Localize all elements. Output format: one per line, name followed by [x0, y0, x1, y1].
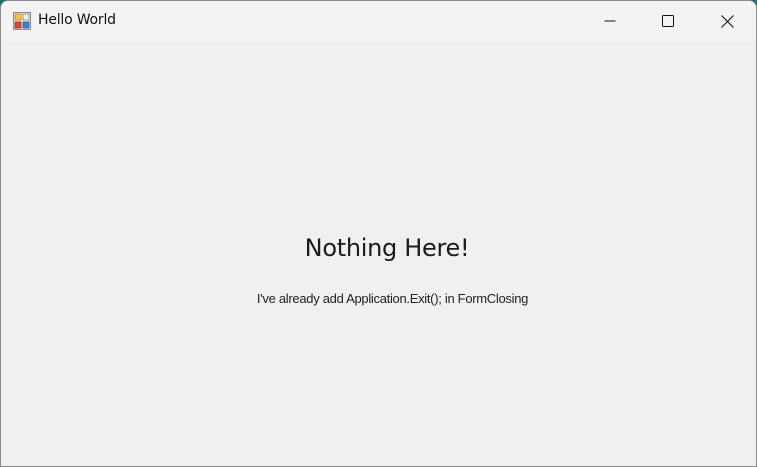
app-window: Hello World Nothing Here! I've already a…	[0, 0, 757, 467]
message-label: I've already add Application.Exit(); in …	[256, 291, 529, 306]
minimize-button[interactable]	[581, 1, 639, 41]
maximize-button[interactable]	[639, 1, 697, 41]
close-button[interactable]	[698, 1, 756, 41]
window-title: Hello World	[38, 12, 116, 28]
title-bar[interactable]: Hello World	[1, 1, 756, 41]
form-client-area: Nothing Here! I've already add Applicati…	[1, 41, 756, 466]
winforms-app-icon[interactable]	[13, 12, 31, 30]
heading-label: Nothing Here!	[304, 234, 470, 262]
maximize-icon	[662, 15, 674, 27]
close-icon	[720, 14, 734, 28]
minimize-icon	[604, 15, 616, 27]
